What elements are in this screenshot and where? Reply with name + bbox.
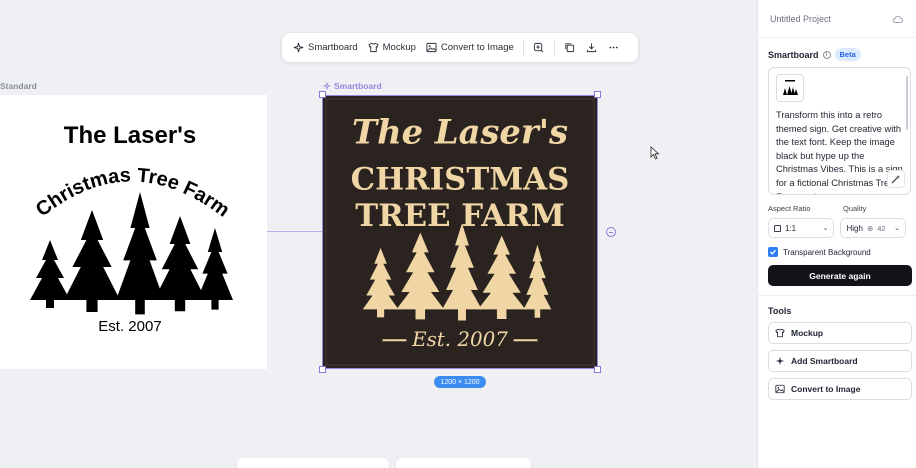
generated-est: Est. 2007 bbox=[411, 328, 508, 351]
zoom-fit-button[interactable] bbox=[528, 38, 550, 58]
duplicate-button[interactable] bbox=[559, 38, 581, 58]
enhance-prompt-button[interactable] bbox=[887, 170, 905, 188]
shirt-icon bbox=[775, 328, 785, 338]
original-artwork-frame[interactable]: The Laser's Christmas Tree Farm Est. 200… bbox=[0, 95, 267, 369]
more-icon bbox=[609, 46, 618, 49]
add-smartboard-tool-button[interactable]: Add Smartboard bbox=[768, 350, 912, 372]
sparkle-icon bbox=[293, 42, 304, 53]
smartboard-section: Smartboard i Beta Transform this into a … bbox=[758, 38, 916, 286]
bottom-bar-right[interactable] bbox=[396, 458, 531, 468]
chevron-down-icon: ⌄ bbox=[822, 225, 829, 232]
left-frame-label-text: Standard bbox=[0, 81, 37, 91]
right-frame-label-text: Smartboard bbox=[334, 81, 382, 91]
beta-badge: Beta bbox=[834, 48, 861, 61]
shirt-icon bbox=[367, 42, 379, 53]
resize-handle[interactable] bbox=[594, 366, 601, 373]
connect-handle[interactable] bbox=[606, 227, 616, 237]
zoom-icon bbox=[534, 42, 544, 53]
square-icon bbox=[774, 224, 781, 232]
resize-handle[interactable] bbox=[594, 91, 601, 98]
tools-section: Tools Mockup Add Smartboard Convert to I… bbox=[758, 296, 916, 400]
left-frame-label: Standard bbox=[0, 81, 37, 91]
option-selects: 1:1 ⌄ High ⊕ 42 ⌄ bbox=[768, 218, 906, 238]
toolbar-divider bbox=[553, 39, 555, 56]
mockup-tool-label: Mockup bbox=[791, 328, 824, 338]
sparkle-icon bbox=[323, 82, 331, 90]
convert-to-image-tool-label: Convert to Image bbox=[791, 384, 861, 394]
right-frame-label: Smartboard bbox=[323, 81, 382, 91]
smartboard-label: Smartboard bbox=[308, 42, 358, 53]
check-icon bbox=[770, 249, 776, 255]
transparent-bg-label: Transparent Background bbox=[783, 247, 871, 257]
aspect-ratio-value: 1:1 bbox=[785, 223, 797, 233]
panel-header: Untitled Project bbox=[758, 0, 916, 38]
frame-connector bbox=[267, 231, 323, 232]
convert-to-image-tool-button[interactable]: Convert to Image bbox=[768, 378, 912, 400]
bottom-bar-left[interactable] bbox=[237, 458, 389, 468]
properties-panel: Untitled Project Smartboard i Beta Trans… bbox=[757, 0, 916, 468]
floating-toolbar: Smartboard Mockup Convert to Image bbox=[282, 33, 638, 62]
quality-select[interactable]: High ⊕ 42 ⌄ bbox=[840, 218, 906, 238]
prompt-scrollbar[interactable] bbox=[906, 76, 908, 130]
magic-wand-icon bbox=[891, 175, 900, 184]
project-title[interactable]: Untitled Project bbox=[770, 14, 831, 24]
toolbar-divider bbox=[522, 39, 524, 56]
generate-again-button[interactable]: Generate again bbox=[768, 265, 912, 286]
mockup-tool-button[interactable]: Mockup bbox=[768, 322, 912, 344]
mockup-button[interactable]: Mockup bbox=[363, 39, 421, 56]
smartboard-title: Smartboard bbox=[768, 49, 819, 60]
cloud-icon bbox=[892, 15, 904, 23]
size-badge: 1200 × 1200 bbox=[434, 376, 486, 388]
transparent-bg-checkbox[interactable] bbox=[768, 247, 778, 257]
transparent-bg-option[interactable]: Transparent Background bbox=[768, 247, 906, 257]
generated-artwork-frame[interactable]: The Laser's CHRISTMAS TREE FARM Est. 200… bbox=[322, 95, 598, 369]
resize-handle[interactable] bbox=[319, 91, 326, 98]
more-button[interactable] bbox=[603, 38, 625, 58]
add-smartboard-tool-label: Add Smartboard bbox=[791, 356, 858, 366]
info-icon[interactable]: i bbox=[822, 50, 831, 59]
original-est: Est. 2007 bbox=[98, 318, 161, 335]
image-icon bbox=[775, 384, 785, 394]
aspect-ratio-select[interactable]: 1:1 ⌄ bbox=[768, 218, 835, 238]
option-labels: Aspect Ratio Quality bbox=[768, 204, 906, 213]
generated-artwork: The Laser's CHRISTMAS TREE FARM Est. 200… bbox=[323, 96, 597, 368]
original-arc-text: Christmas Tree Farm bbox=[32, 164, 234, 221]
aspect-ratio-label: Aspect Ratio bbox=[768, 204, 811, 213]
generated-line-tree-farm: TREE FARM bbox=[355, 198, 565, 234]
generated-title: The Laser's bbox=[352, 112, 568, 152]
canvas[interactable]: Smartboard Mockup Convert to Image Stand… bbox=[0, 0, 757, 468]
quality-credits: 42 bbox=[877, 223, 886, 233]
copy-icon bbox=[565, 43, 575, 53]
reference-thumbnail[interactable] bbox=[776, 74, 804, 102]
smartboard-title-row: Smartboard i Beta bbox=[768, 48, 906, 61]
prompt-text: Transform this into a retro themed sign.… bbox=[776, 110, 903, 194]
resize-handle[interactable] bbox=[319, 366, 326, 373]
download-button[interactable] bbox=[581, 38, 603, 58]
original-artwork: The Laser's Christmas Tree Farm Est. 200… bbox=[30, 122, 234, 335]
convert-label: Convert to Image bbox=[440, 42, 514, 53]
sparkle-icon bbox=[775, 356, 785, 366]
original-title: The Laser's bbox=[64, 122, 196, 149]
generated-line-christmas: CHRISTMAS bbox=[351, 161, 570, 197]
chevron-down-icon: ⌄ bbox=[894, 225, 900, 232]
tools-title: Tools bbox=[768, 306, 792, 316]
credits-icon: ⊕ bbox=[866, 223, 874, 233]
mouse-cursor-icon bbox=[650, 146, 660, 160]
quality-label: Quality bbox=[843, 204, 867, 213]
smartboard-button[interactable]: Smartboard bbox=[288, 39, 363, 56]
mockup-label: Mockup bbox=[382, 42, 416, 53]
quality-value: High bbox=[846, 223, 863, 233]
original-trees bbox=[30, 192, 233, 315]
download-icon bbox=[587, 43, 597, 53]
image-icon bbox=[426, 42, 437, 53]
convert-to-image-button[interactable]: Convert to Image bbox=[421, 39, 519, 56]
prompt-textarea[interactable]: Transform this into a retro themed sign.… bbox=[768, 67, 911, 195]
thumbnail-image bbox=[779, 77, 801, 99]
